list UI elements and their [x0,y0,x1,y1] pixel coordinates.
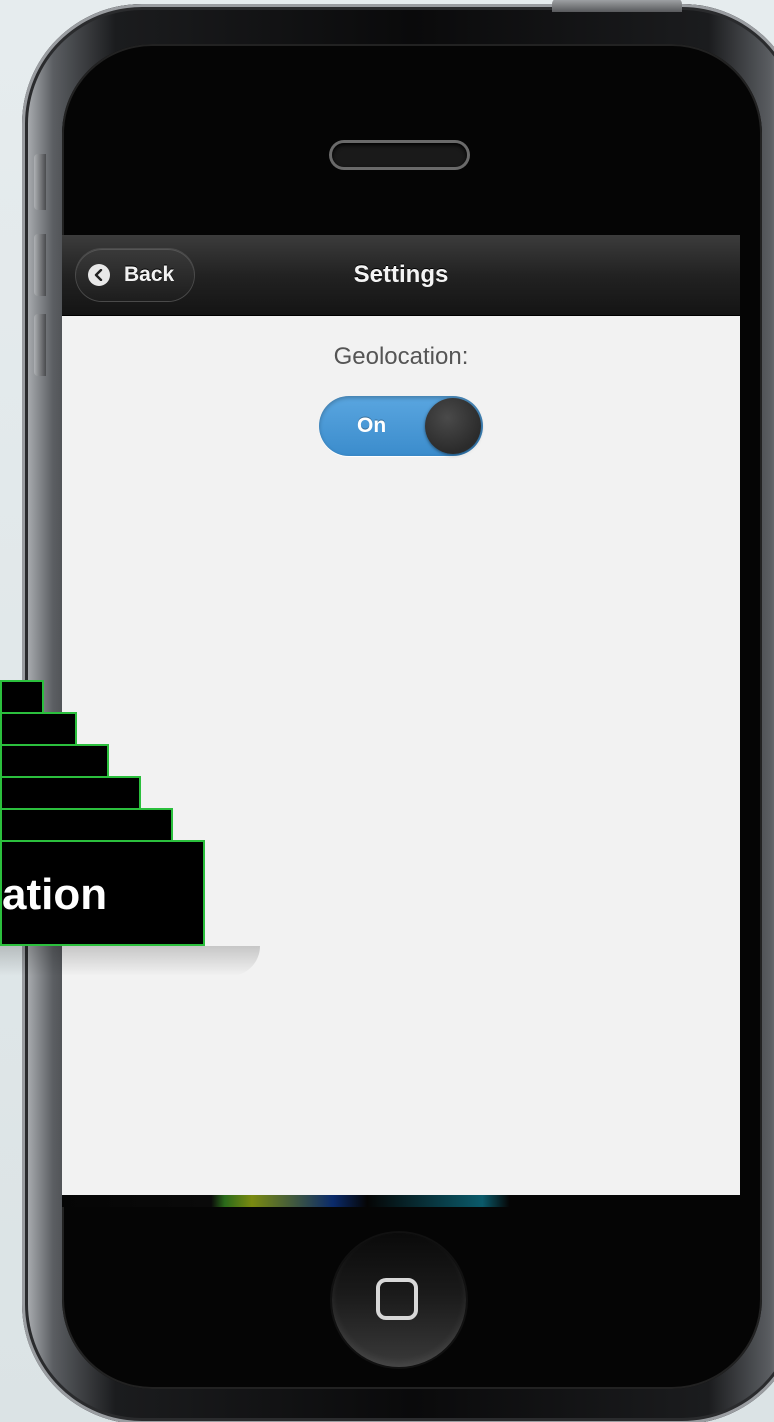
overlay-caption-box: ation [0,840,205,946]
back-button[interactable]: Back [76,249,194,301]
geolocation-toggle[interactable]: On [319,396,483,456]
stage: Settings Back Geolocation: On ation [0,0,774,1422]
overlay-caption-text: ation [2,870,108,919]
toggle-knob[interactable] [425,398,481,454]
home-button[interactable] [332,1233,466,1367]
chevron-left-icon [88,264,110,286]
earpiece-speaker [332,143,467,167]
home-square-icon [376,1278,418,1320]
volume-down-button[interactable] [34,314,46,376]
sleep-button[interactable] [552,0,682,12]
overlay-step-bar [0,808,173,842]
background-app-strip [62,1195,740,1207]
toggle-state-label: On [357,414,387,437]
header-bar: Settings Back [62,235,740,316]
overlay-step-bar [0,744,109,778]
overlay-step-bar [0,776,141,810]
phone-screen: Settings Back Geolocation: On [62,235,740,1195]
mute-switch[interactable] [34,154,46,210]
back-button-label: Back [124,263,175,286]
overlay-step-bar [0,680,44,714]
overlay-shadow [0,946,260,976]
volume-up-button[interactable] [34,234,46,296]
settings-content: Geolocation: On [62,316,740,1195]
overlay-step-bar [0,712,77,746]
geolocation-label: Geolocation: [333,343,469,370]
